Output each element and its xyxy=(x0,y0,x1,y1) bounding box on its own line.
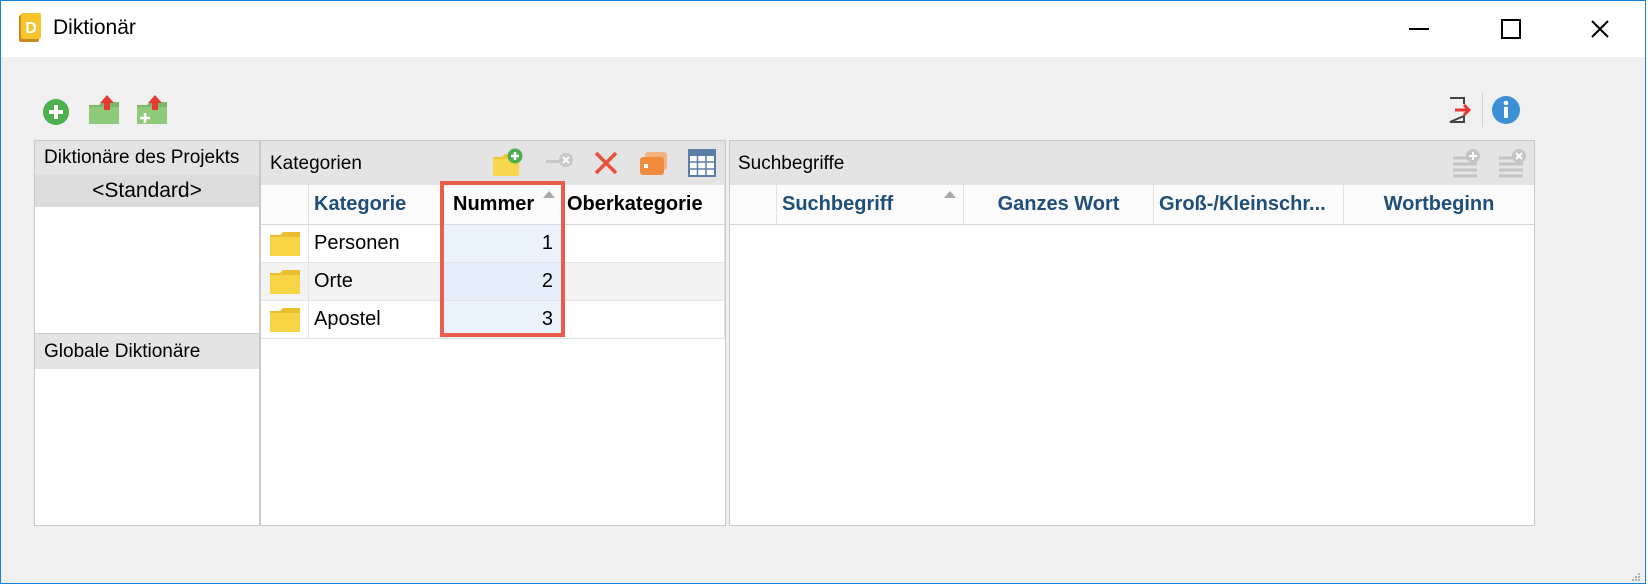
close-button[interactable] xyxy=(1554,1,1646,57)
project-dictionary-item[interactable]: <Standard> xyxy=(35,175,259,207)
remove-category-button[interactable] xyxy=(543,147,577,179)
exit-icon xyxy=(1449,97,1472,123)
category-name-cell: Personen xyxy=(309,225,442,262)
sort-ascending-icon xyxy=(944,191,956,198)
category-parent-cell xyxy=(562,301,725,338)
remove-search-term-button[interactable] xyxy=(1496,147,1530,179)
close-icon xyxy=(1591,20,1609,38)
search-term-column-header[interactable]: Suchbegriff xyxy=(777,185,964,225)
folder-icon-cell xyxy=(261,263,309,300)
category-properties-button[interactable] xyxy=(637,147,671,179)
list-add-icon xyxy=(1453,149,1480,178)
folder-add-icon xyxy=(493,148,523,176)
category-parent-cell xyxy=(562,263,725,300)
info-icon xyxy=(1492,96,1520,124)
folder-icon xyxy=(269,307,300,332)
search-icon-column-header[interactable] xyxy=(730,185,777,225)
maximize-icon xyxy=(1501,19,1521,39)
icon-column-header[interactable] xyxy=(261,185,309,225)
dictionary-list-panel: Diktionäre des Projekts <Standard> Globa… xyxy=(34,140,260,526)
categories-header-bar: Kategorien xyxy=(261,141,725,185)
global-dictionaries-header: Globale Diktionäre xyxy=(35,333,259,369)
folder-export-icon xyxy=(89,95,119,124)
search-terms-panel: Suchbegriffe Suchbegriff Ganzes Wort Gro… xyxy=(729,140,1535,526)
exit-button[interactable] xyxy=(1445,95,1475,125)
project-dictionaries-header: Diktionäre des Projekts xyxy=(35,141,259,175)
toolbar-separator xyxy=(1482,93,1483,127)
folder-icon-cell xyxy=(261,301,309,338)
word-start-column-header[interactable]: Wortbeginn xyxy=(1344,185,1534,225)
case-sensitive-column-header[interactable]: Groß-/Kleinschr... xyxy=(1154,185,1344,225)
category-column-header[interactable]: Kategorie xyxy=(309,185,442,225)
table-grid-icon xyxy=(688,149,716,177)
export-new-dictionary-button[interactable] xyxy=(135,93,169,127)
app-icon: D xyxy=(19,13,41,43)
minimize-icon xyxy=(1409,28,1429,30)
resize-grip-icon xyxy=(1632,573,1640,581)
categories-title: Kategorien xyxy=(270,153,362,174)
search-terms-title: Suchbegriffe xyxy=(738,153,845,174)
delete-category-button[interactable] xyxy=(589,147,623,179)
add-category-button[interactable] xyxy=(491,147,525,179)
category-name-cell: Orte xyxy=(309,263,442,300)
window-title: Diktionär xyxy=(53,16,136,39)
maximize-button[interactable] xyxy=(1465,1,1557,57)
add-search-term-button[interactable] xyxy=(1450,147,1484,179)
search-terms-table: Suchbegriff Ganzes Wort Groß-/Kleinschr.… xyxy=(730,185,1534,525)
title-bar: D Diktionär xyxy=(1,1,1645,57)
dictionary-window: D Diktionär Diktionäre des Projekts <Sta… xyxy=(0,0,1646,584)
folder-icon xyxy=(269,269,300,294)
folder-icon xyxy=(269,231,300,256)
add-circle-icon xyxy=(43,99,69,125)
orange-card-icon xyxy=(640,152,667,175)
folder-icon-cell xyxy=(261,225,309,262)
resize-grip[interactable] xyxy=(1631,569,1641,581)
search-term-column-label: Suchbegriff xyxy=(782,193,894,215)
list-remove-icon xyxy=(1499,149,1526,178)
app-icon-letter: D xyxy=(25,20,37,37)
export-dictionary-button[interactable] xyxy=(87,93,121,127)
number-column-highlight xyxy=(440,181,565,337)
folder-export-add-icon xyxy=(137,95,167,124)
red-x-icon xyxy=(594,151,618,175)
category-table-button[interactable] xyxy=(685,147,719,179)
minimize-button[interactable] xyxy=(1373,1,1465,57)
remove-item-icon xyxy=(546,153,573,167)
search-terms-header-bar: Suchbegriffe xyxy=(730,141,1534,185)
category-parent-cell xyxy=(562,225,725,262)
whole-word-column-header[interactable]: Ganzes Wort xyxy=(964,185,1154,225)
category-name-cell: Apostel xyxy=(309,301,442,338)
info-button[interactable] xyxy=(1490,94,1522,126)
parent-category-column-header[interactable]: Oberkategorie xyxy=(562,185,725,225)
add-dictionary-button[interactable] xyxy=(41,97,71,127)
